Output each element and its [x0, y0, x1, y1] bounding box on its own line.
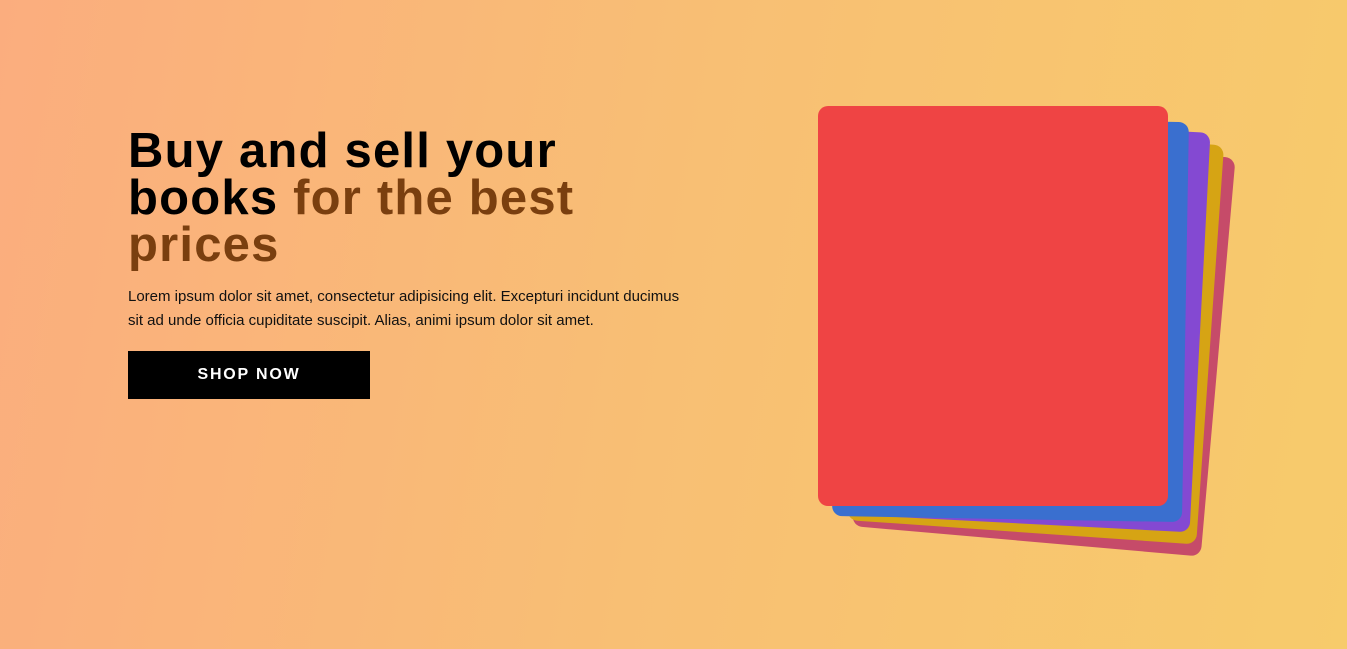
shop-now-button[interactable]: SHOP NOW: [128, 351, 370, 399]
hero-description: Lorem ipsum dolor sit amet, consectetur …: [128, 288, 680, 329]
book-cover-red: [818, 106, 1168, 506]
hero-headline: Buy and sell your books for the best pri…: [128, 127, 708, 270]
book-stack-illustration: [818, 106, 1236, 557]
hero-section: Buy and sell your books for the best pri…: [128, 127, 708, 399]
